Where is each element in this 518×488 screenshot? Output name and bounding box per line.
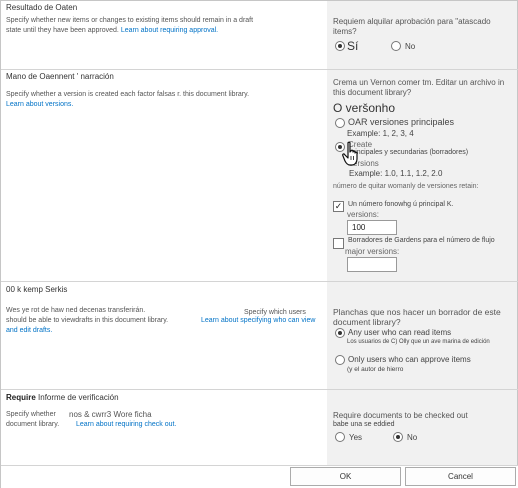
major-versions-example: Example: 1, 2, 3, 4: [347, 129, 414, 138]
drafts-limit-label-2: major versions:: [345, 247, 400, 256]
major-minor-label-line2: principales y secundarias (borradores): [349, 149, 469, 156]
major-limit-checkbox[interactable]: ✓: [333, 201, 344, 212]
description-line2: document library.: [6, 421, 60, 428]
draft-security-options: Planchas que nos hacer un borrador de es…: [327, 282, 517, 389]
drafts-limit-checkbox[interactable]: [333, 238, 344, 249]
content-approval-description-panel: Resultado de Oaten Specify whether new i…: [1, 1, 327, 69]
checkout-no-label: No: [407, 433, 418, 442]
section-description: Specify whether new items or changes to …: [6, 16, 256, 36]
approval-no-radio[interactable]: [391, 41, 401, 51]
major-versions-radio[interactable]: [335, 118, 345, 128]
description-line1: Wes ye rot de haw ned decenas transferir…: [6, 307, 146, 314]
section-title: Mano de Oaennent ' narración: [6, 72, 114, 81]
versioning-question: Crema un Vernon comer tm. Editar un arch…: [333, 78, 505, 97]
section-title-bold: Require: [6, 393, 36, 402]
version-history-section: Mano de Oaennent ' narración Specify whe…: [1, 69, 518, 281]
approval-yes-label: Sí: [347, 39, 359, 53]
major-versions-label: OAR versiones principales: [348, 117, 455, 127]
any-reader-sublabel: Los usuarios de C) Olly que un ave marin…: [347, 339, 490, 345]
approval-no-label: No: [405, 42, 416, 51]
approvers-only-sublabel: (y el autor de hierro: [347, 366, 404, 373]
versioning-heading: O veršonho: [333, 101, 396, 115]
version-settings-form: Resultado de Oaten Specify whether new i…: [0, 0, 518, 488]
checkout-yes-label: Yes: [349, 433, 363, 442]
learn-draft-security-link[interactable]: Learn about specifying who can view and …: [6, 316, 316, 336]
description-line1-b: nos & cwrr3 Wore ficha: [69, 410, 152, 419]
require-checkout-options: Require documents to be checked out babe…: [327, 390, 517, 465]
approvers-only-label: Only users who can approve items: [348, 355, 471, 364]
any-reader-label: Any user who can read items: [348, 328, 452, 337]
version-history-description-panel: Mano de Oaennent ' narración Specify whe…: [1, 70, 327, 281]
approval-yes-radio[interactable]: [335, 41, 345, 51]
any-reader-radio[interactable]: [335, 328, 345, 338]
drafts-limit-label: Borradores de Gardens para el número de …: [348, 237, 495, 244]
checkout-question: Require documents to be checked out: [333, 411, 468, 420]
version-limit-label: número de quitar womanly de versiones re…: [333, 183, 479, 190]
version-history-options: Crema un Vernon comer tm. Editar un arch…: [327, 70, 517, 281]
require-checkout-description-panel: Require Informe de verificación Specify …: [1, 390, 327, 465]
section-title: Require Informe de verificación: [6, 393, 119, 402]
approvers-only-radio[interactable]: [335, 355, 345, 365]
description-text: Specify whether a version is created eac…: [6, 91, 250, 98]
major-limit-label-2: versions:: [347, 210, 380, 219]
draft-security-section: 00 k kemp Serkis Wes ye rot de haw ned d…: [1, 281, 518, 389]
major-versions-input[interactable]: 100: [347, 220, 397, 235]
checkout-question-2: babe una se eddied: [333, 421, 395, 428]
drafts-versions-input[interactable]: [347, 257, 397, 272]
section-title: 00 k kemp Serkis: [6, 285, 68, 294]
checkout-yes-radio[interactable]: [335, 432, 345, 442]
checkout-no-radio[interactable]: [393, 432, 403, 442]
learn-versions-link[interactable]: Learn about versions.: [6, 101, 73, 108]
major-minor-example: Example: 1.0, 1.1, 1.2, 2.0: [349, 169, 443, 178]
learn-approval-link[interactable]: Learn about requiring approval.: [121, 27, 218, 34]
section-description: Specify whether a version is created eac…: [6, 90, 316, 110]
major-limit-label: Un número fonowhg ú principal K.: [348, 201, 454, 208]
require-checkout-section: Require Informe de verificación Specify …: [1, 389, 518, 465]
content-approval-section: Resultado de Oaten Specify whether new i…: [1, 1, 518, 69]
draft-security-question: Planchas que nos hacer un borrador de es…: [333, 307, 501, 327]
learn-checkout-link[interactable]: Learn about requiring check out.: [76, 420, 176, 430]
ok-button[interactable]: OK: [290, 467, 401, 486]
cancel-button[interactable]: Cancel: [405, 467, 516, 486]
hand-pointer-icon: [342, 141, 358, 166]
section-title: Resultado de Oaten: [6, 3, 78, 12]
content-approval-options: Requiem alquilar aprobación para "atasca…: [327, 1, 517, 69]
description-line1-a: Specify whether: [6, 411, 56, 418]
approval-question: Requiem alquilar aprobación para "atasca…: [333, 17, 491, 36]
section-title-rest: Informe de verificación: [38, 393, 119, 402]
draft-security-description-panel: 00 k kemp Serkis Wes ye rot de haw ned d…: [1, 282, 327, 389]
